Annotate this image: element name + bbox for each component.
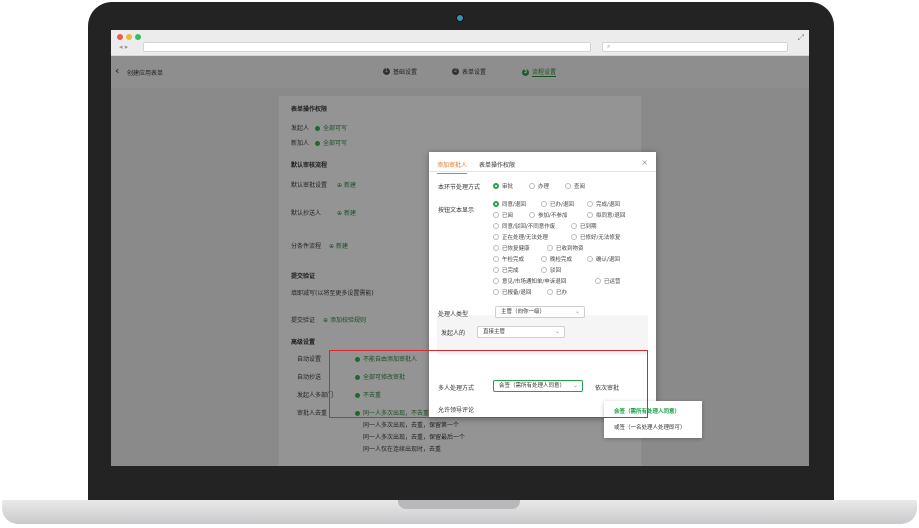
button-text-option[interactable]: 正在处理/无法处理 — [493, 233, 548, 241]
button-text-option[interactable]: 确认/退回 — [587, 255, 620, 263]
back-forward-icon[interactable]: ◂ ▸ — [119, 43, 128, 51]
default-cc-label: 默认抄送人 — [291, 210, 322, 217]
browser-toolbar: ◂ ▸ ⌕ ⤢ — [111, 30, 809, 56]
step-flow[interactable]: 3 流程设置 — [522, 67, 557, 77]
button-text-option[interactable]: 参加/不参加 — [529, 211, 567, 219]
method-label: 本环节处理方式 — [438, 184, 481, 191]
maximize-window-dot[interactable] — [135, 34, 141, 40]
section-title: 默认审核流程 — [291, 162, 328, 169]
adv-label: 发起人多部门 — [297, 392, 334, 399]
method-option[interactable]: 办理 — [529, 182, 549, 190]
method-option[interactable]: 审批 — [493, 182, 513, 190]
section-title: 提交验证 — [291, 273, 316, 280]
back-icon[interactable]: ‹ — [115, 64, 119, 77]
dedupe-option[interactable]: 同一人多次出现，去重，保留最后一个 — [363, 432, 465, 441]
step-basic[interactable]: 1 基础设置 — [383, 67, 417, 76]
add-cc-link[interactable]: ⊕ 新建 — [337, 208, 356, 217]
expand-icon[interactable]: ⤢ — [798, 33, 804, 43]
minimize-window-dot[interactable] — [126, 34, 132, 40]
initiator-label: 发起人 — [291, 125, 310, 132]
add-approver-link[interactable]: ⊕ 新建 — [337, 180, 356, 189]
address-bar[interactable] — [143, 42, 591, 52]
button-text-option[interactable]: 已运营 — [595, 277, 621, 285]
submit-validate-label: 提交验证 — [291, 317, 316, 324]
button-text-label: 按钮文本显示 — [438, 207, 475, 214]
button-text-option[interactable]: 已修好/无法修复 — [571, 233, 620, 241]
adv-label: 审批人去重 — [297, 410, 328, 417]
button-text-option[interactable]: 驳回 — [541, 266, 561, 274]
button-text-option[interactable]: 晚检完成 — [541, 255, 572, 263]
dedupe-option[interactable]: 同一人多次出现，去重，保留第一个 — [363, 420, 459, 429]
button-text-option[interactable]: 已收到物资 — [547, 244, 584, 252]
initiator-value[interactable]: 全部可写 — [315, 123, 347, 132]
button-text-option[interactable]: 午检完成 — [493, 255, 524, 263]
button-text-option[interactable]: 已办 — [547, 288, 567, 296]
section-title: 高级设置 — [291, 339, 316, 346]
button-text-option[interactable]: 已阅 — [493, 211, 513, 219]
default-approver-label: 默认审批设置 — [291, 182, 328, 189]
close-window-dot[interactable] — [117, 34, 123, 40]
tab-divider — [429, 171, 656, 172]
handler-type-label: 处理人类型 — [438, 311, 469, 318]
button-text-option[interactable]: 拟同意/退回 — [587, 211, 625, 219]
laptop-notch — [398, 500, 520, 509]
screen: ◂ ▸ ⌕ ⤢ ‹ 创建应用表单 1 基础设置 2 表单设置 3 流程设置 表单… — [111, 30, 809, 466]
browser-search-input[interactable]: ⌕ — [602, 42, 788, 52]
button-text-option[interactable]: 同意/退回 — [493, 200, 526, 208]
add-validate-link[interactable]: ⊕ 添加校验规则 — [323, 315, 366, 324]
button-text-option[interactable]: 已恢复健康 — [493, 244, 530, 252]
add-condition-link[interactable]: ⊕ 新建 — [329, 241, 348, 250]
condition-flow-label: 分条件流程 — [291, 243, 322, 250]
adv-label: 自动抄送 — [297, 374, 322, 381]
page-title: 创建应用表单 — [127, 70, 164, 77]
page-background: ‹ 创建应用表单 1 基础设置 2 表单设置 3 流程设置 表单操作权限 发起人… — [111, 56, 809, 466]
button-text-option[interactable]: 意见/市场通知单/申诉退回 — [493, 277, 566, 285]
camera-icon — [457, 15, 463, 21]
close-icon[interactable]: × — [641, 158, 648, 167]
handler-type-select[interactable]: 主管（向你一级） ⌄ — [495, 306, 585, 318]
button-text-option[interactable]: 已完成 — [493, 266, 519, 274]
button-text-option[interactable]: 已到期 — [571, 222, 597, 230]
adv-label: 自动设置 — [297, 356, 322, 363]
initiator-of-label: 发起人的 — [441, 330, 466, 337]
button-text-option[interactable]: 同意/驳回/不同意作废 — [493, 222, 555, 230]
initiator-of-select[interactable]: 直接主管 ⌄ — [477, 326, 565, 338]
chevron-down-icon: ⌄ — [554, 328, 560, 335]
validate-row: 填即减写(以将至更多设置需能) — [291, 290, 374, 297]
section-title: 表单操作权限 — [291, 106, 328, 113]
button-text-option[interactable]: 完成/退回 — [587, 200, 620, 208]
app-header: ‹ 创建应用表单 1 基础设置 2 表单设置 3 流程设置 — [111, 56, 809, 88]
method-option[interactable]: 查阅 — [565, 182, 585, 190]
newcomer-value[interactable]: 全部可写 — [315, 138, 347, 147]
step-form[interactable]: 2 表单设置 — [452, 67, 486, 76]
button-text-option[interactable]: 已报备/退回 — [493, 288, 531, 296]
search-icon: ⌕ — [607, 43, 611, 50]
chevron-down-icon: ⌄ — [574, 308, 580, 315]
highlight-box — [329, 350, 648, 418]
newcomer-label: 新加人 — [291, 140, 310, 147]
dropdown-option[interactable]: 或签（一名处理人处理即可） — [614, 423, 686, 431]
button-text-option[interactable]: 已办/退回 — [541, 200, 574, 208]
tab-form-permissions[interactable]: 表单操作权限 — [479, 160, 515, 169]
dedupe-option[interactable]: 同一人仅在连续出现时，去重 — [363, 444, 441, 453]
